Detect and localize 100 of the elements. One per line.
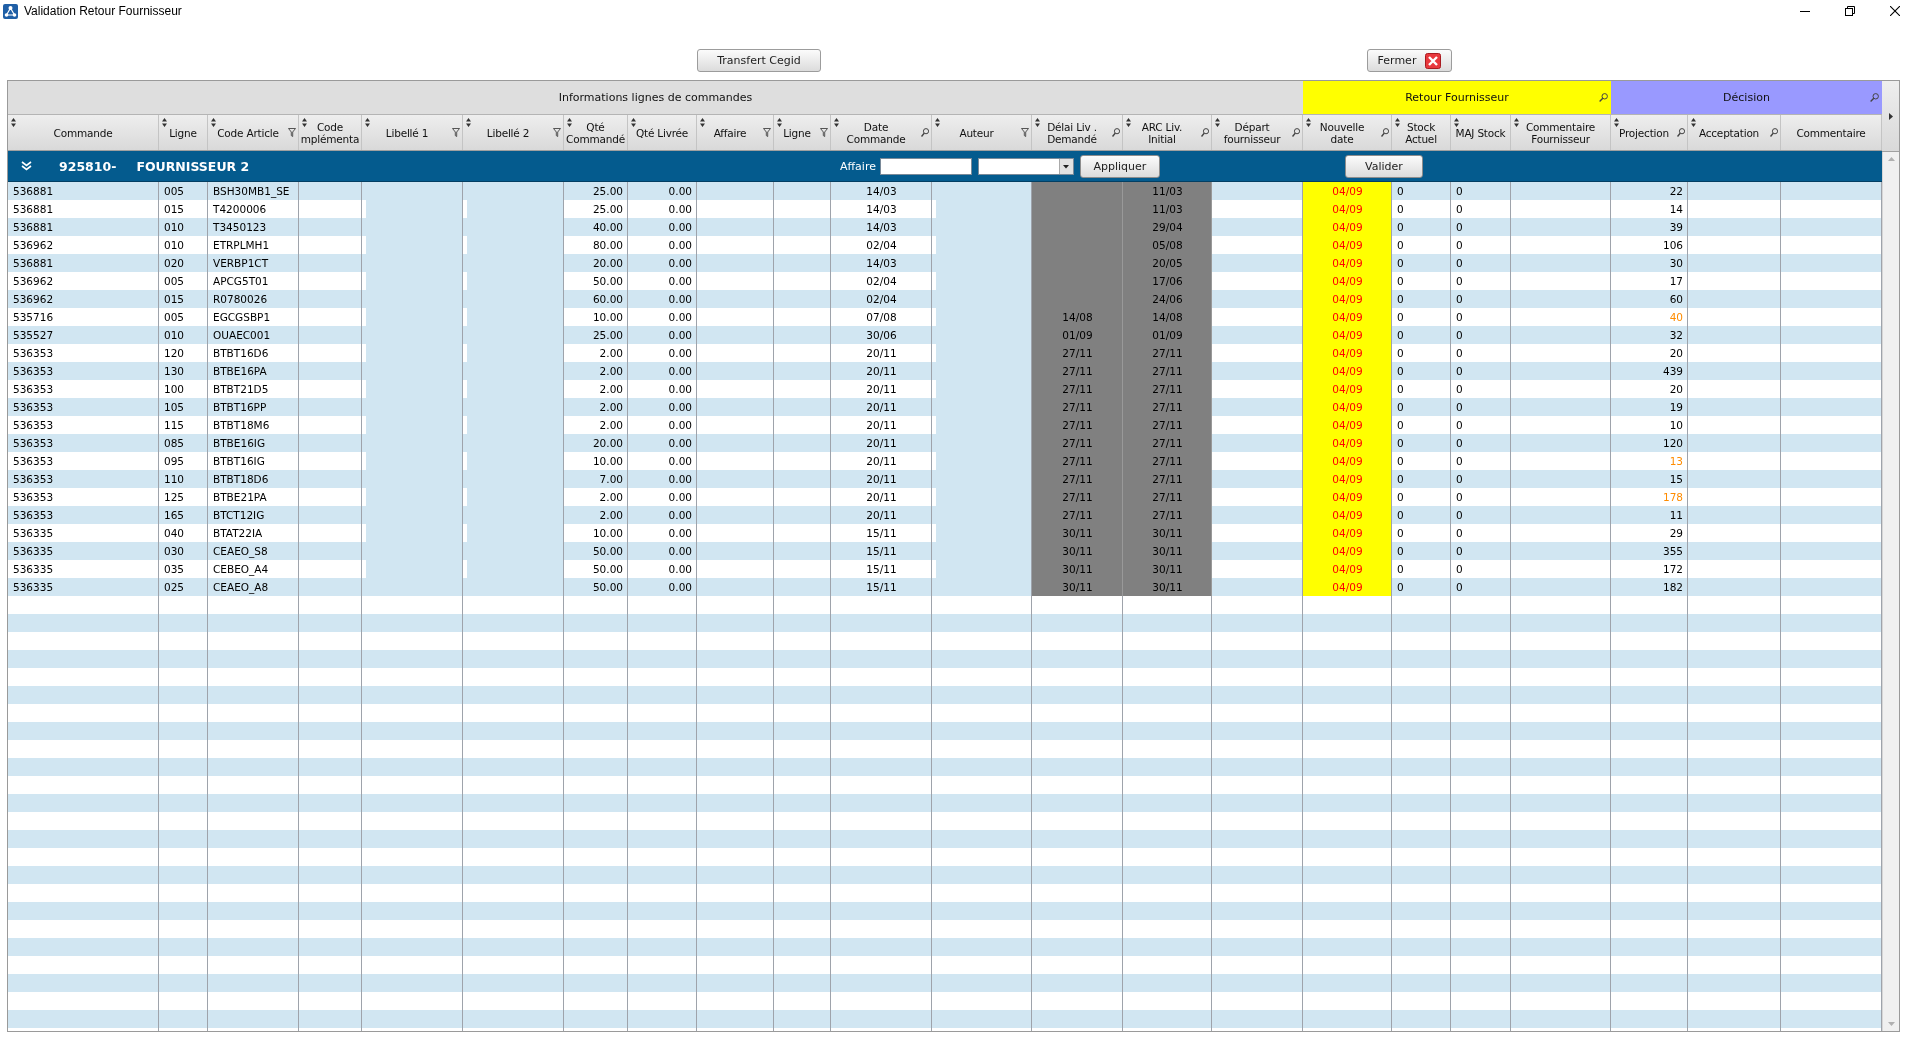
- column-header[interactable]: MAJ Stock: [1451, 115, 1511, 150]
- table-cell: 04/09: [1303, 578, 1392, 596]
- table-cell: 20/05: [1123, 254, 1212, 272]
- search-icon[interactable]: [921, 128, 929, 137]
- table-row[interactable]: 536353 085 BTBE16IG 20.00 0.00 20/11 27/11 27/11 04/09 0 0 120: [8, 434, 1882, 452]
- sort-arrows-icon[interactable]: [1126, 118, 1131, 127]
- filter-icon[interactable]: [553, 128, 561, 137]
- sort-arrows-icon[interactable]: [935, 118, 940, 127]
- table-row[interactable]: 535527 010 OUAEC001 25.00 0.00 30/06 01/09 01/09 04/09 0 0 32: [8, 326, 1882, 344]
- sort-arrows-icon[interactable]: [1514, 118, 1519, 127]
- sort-arrows-icon[interactable]: [1215, 118, 1220, 127]
- app-logo-icon: [3, 3, 18, 19]
- supplier-code: 925810-: [59, 158, 117, 174]
- column-header[interactable]: Libellé 2: [463, 115, 564, 150]
- table-cell: 04/09: [1303, 524, 1392, 542]
- column-header[interactable]: Délai Liv . Demandé: [1032, 115, 1123, 150]
- table-row[interactable]: 536881 020 VERBP1CT 20.00 0.00 14/03 20/05 04/09 0 0 30: [8, 254, 1882, 272]
- column-header[interactable]: Ligne: [159, 115, 208, 150]
- filter-icon[interactable]: [763, 128, 771, 137]
- column-header[interactable]: Départ fournisseur: [1212, 115, 1303, 150]
- search-icon[interactable]: [1381, 128, 1389, 137]
- search-icon[interactable]: [1870, 93, 1879, 102]
- column-header[interactable]: Libellé 1: [362, 115, 463, 150]
- sort-arrows-icon[interactable]: [777, 118, 782, 127]
- validate-button[interactable]: Valider: [1345, 154, 1423, 178]
- table-cell: 04/09: [1303, 182, 1392, 200]
- sort-arrows-icon[interactable]: [631, 118, 636, 127]
- input-field[interactable]: [879, 157, 972, 175]
- sort-arrows-icon[interactable]: [466, 118, 471, 127]
- sort-arrows-icon[interactable]: [162, 118, 167, 127]
- search-icon[interactable]: [1770, 128, 1778, 137]
- column-header[interactable]: Ligne: [774, 115, 831, 150]
- search-icon[interactable]: [1201, 128, 1209, 137]
- table-cell: 27/11: [1123, 380, 1212, 398]
- filter-icon[interactable]: [820, 128, 828, 137]
- table-cell: 04/09: [1303, 434, 1392, 452]
- filter-icon[interactable]: [1021, 128, 1029, 137]
- table-row[interactable]: 536353 110 BTBT18D6 7.00 0.00 20/11 27/11 27/11 04/09 0 0 15: [8, 470, 1882, 488]
- double-chevron-icon[interactable]: [21, 161, 32, 171]
- table-row[interactable]: 536353 105 BTBT16PP 2.00 0.00 20/11 27/11 27/11 04/09 0 0 19: [8, 398, 1882, 416]
- close-window-button[interactable]: Fermer: [1367, 49, 1452, 72]
- column-header[interactable]: ARC Liv. Initial: [1123, 115, 1212, 150]
- sort-arrows-icon[interactable]: [365, 118, 370, 127]
- filter-label: Affaire: [840, 159, 876, 173]
- table-cell: 04/09: [1303, 542, 1392, 560]
- sort-arrows-icon[interactable]: [700, 118, 705, 127]
- sort-arrows-icon[interactable]: [1454, 118, 1459, 127]
- column-header[interactable]: Qté Commandé: [564, 115, 628, 150]
- sort-arrows-icon[interactable]: [1691, 118, 1696, 127]
- sort-arrows-icon[interactable]: [302, 118, 307, 127]
- sort-arrows-icon[interactable]: [1614, 118, 1619, 127]
- search-icon[interactable]: [1599, 93, 1608, 102]
- table-cell: 04/09: [1303, 272, 1392, 290]
- table-cell: 27/11: [1032, 416, 1123, 434]
- search-icon[interactable]: [1112, 128, 1120, 137]
- filter-icon[interactable]: [288, 128, 296, 137]
- apply-button[interactable]: Appliquer: [1079, 154, 1160, 178]
- column-header[interactable]: Commentaire Fournisseur: [1511, 115, 1611, 150]
- sort-arrows-icon[interactable]: [1395, 118, 1400, 127]
- sort-arrows-icon[interactable]: [1306, 118, 1311, 127]
- table-row[interactable]: 536335 025 CEAEO_A8 50.00 0.00 15/11 30/11 30/11 04/09 0 0 182: [8, 578, 1882, 596]
- search-icon[interactable]: [1677, 128, 1685, 137]
- column-header[interactable]: Auteur: [932, 115, 1032, 150]
- sort-arrows-icon[interactable]: [1035, 118, 1040, 127]
- dropdown[interactable]: [977, 157, 1074, 175]
- sort-arrows-icon[interactable]: [567, 118, 572, 127]
- column-header[interactable]: Date Commande: [831, 115, 932, 150]
- search-icon[interactable]: [1292, 128, 1300, 137]
- table-cell: 11/03: [1123, 182, 1212, 200]
- column-header[interactable]: Nouvelle date: [1303, 115, 1392, 150]
- table-cell: 27/11: [1032, 470, 1123, 488]
- column-header[interactable]: Code mplémenta: [299, 115, 362, 150]
- table-row[interactable]: 536353 165 BTCT12IG 2.00 0.00 20/11 27/11 27/11 04/09 0 0 11: [8, 506, 1882, 524]
- column-header[interactable]: Qté Livrée: [628, 115, 697, 150]
- table-row[interactable]: 536881 005 BSH30MB1_SE 25.00 0.00 14/03 11/03 04/09 0 0 22: [8, 182, 1882, 200]
- table-row[interactable]: 536881 010 T3450123 40.00 0.00 14/03 29/04 04/09 0 0 39: [8, 218, 1882, 236]
- table-cell: 27/11: [1123, 506, 1212, 524]
- table-cell: 27/11: [1032, 488, 1123, 506]
- table-row[interactable]: 536962 015 R0780026 60.00 0.00 02/04 24/06 04/09 0 0 60: [8, 290, 1882, 308]
- column-header[interactable]: Commande: [8, 115, 159, 150]
- sort-arrows-icon[interactable]: [834, 118, 839, 127]
- table-cell: 04/09: [1303, 344, 1392, 362]
- table-cell: 04/09: [1303, 416, 1392, 434]
- transfer-button[interactable]: Transfert Cegid: [697, 49, 821, 72]
- table-row[interactable]: 536335 030 CEAEO_S8 50.00 0.00 15/11 30/11 30/11 04/09 0 0 355: [8, 542, 1882, 560]
- filter-icon[interactable]: [452, 128, 460, 137]
- table-row[interactable]: 536353 130 BTBE16PA 2.00 0.00 20/11 27/11 27/11 04/09 0 0 439: [8, 362, 1882, 380]
- column-header[interactable]: Stock Actuel: [1392, 115, 1451, 150]
- sort-arrows-icon[interactable]: [11, 118, 16, 127]
- column-header[interactable]: Affaire: [697, 115, 774, 150]
- scroll-right-arrow-icon[interactable]: [1888, 112, 1893, 120]
- restore-icon: [1844, 6, 1855, 16]
- table-cell: 27/11: [1032, 344, 1123, 362]
- column-header[interactable]: Acceptation: [1688, 115, 1781, 150]
- table-cell: 27/11: [1123, 452, 1212, 470]
- table-cell: 04/09: [1303, 290, 1392, 308]
- column-header[interactable]: Code Article: [208, 115, 299, 150]
- sort-arrows-icon[interactable]: [211, 118, 216, 127]
- column-header[interactable]: Projection: [1611, 115, 1688, 150]
- table-cell: 04/09: [1303, 254, 1392, 272]
